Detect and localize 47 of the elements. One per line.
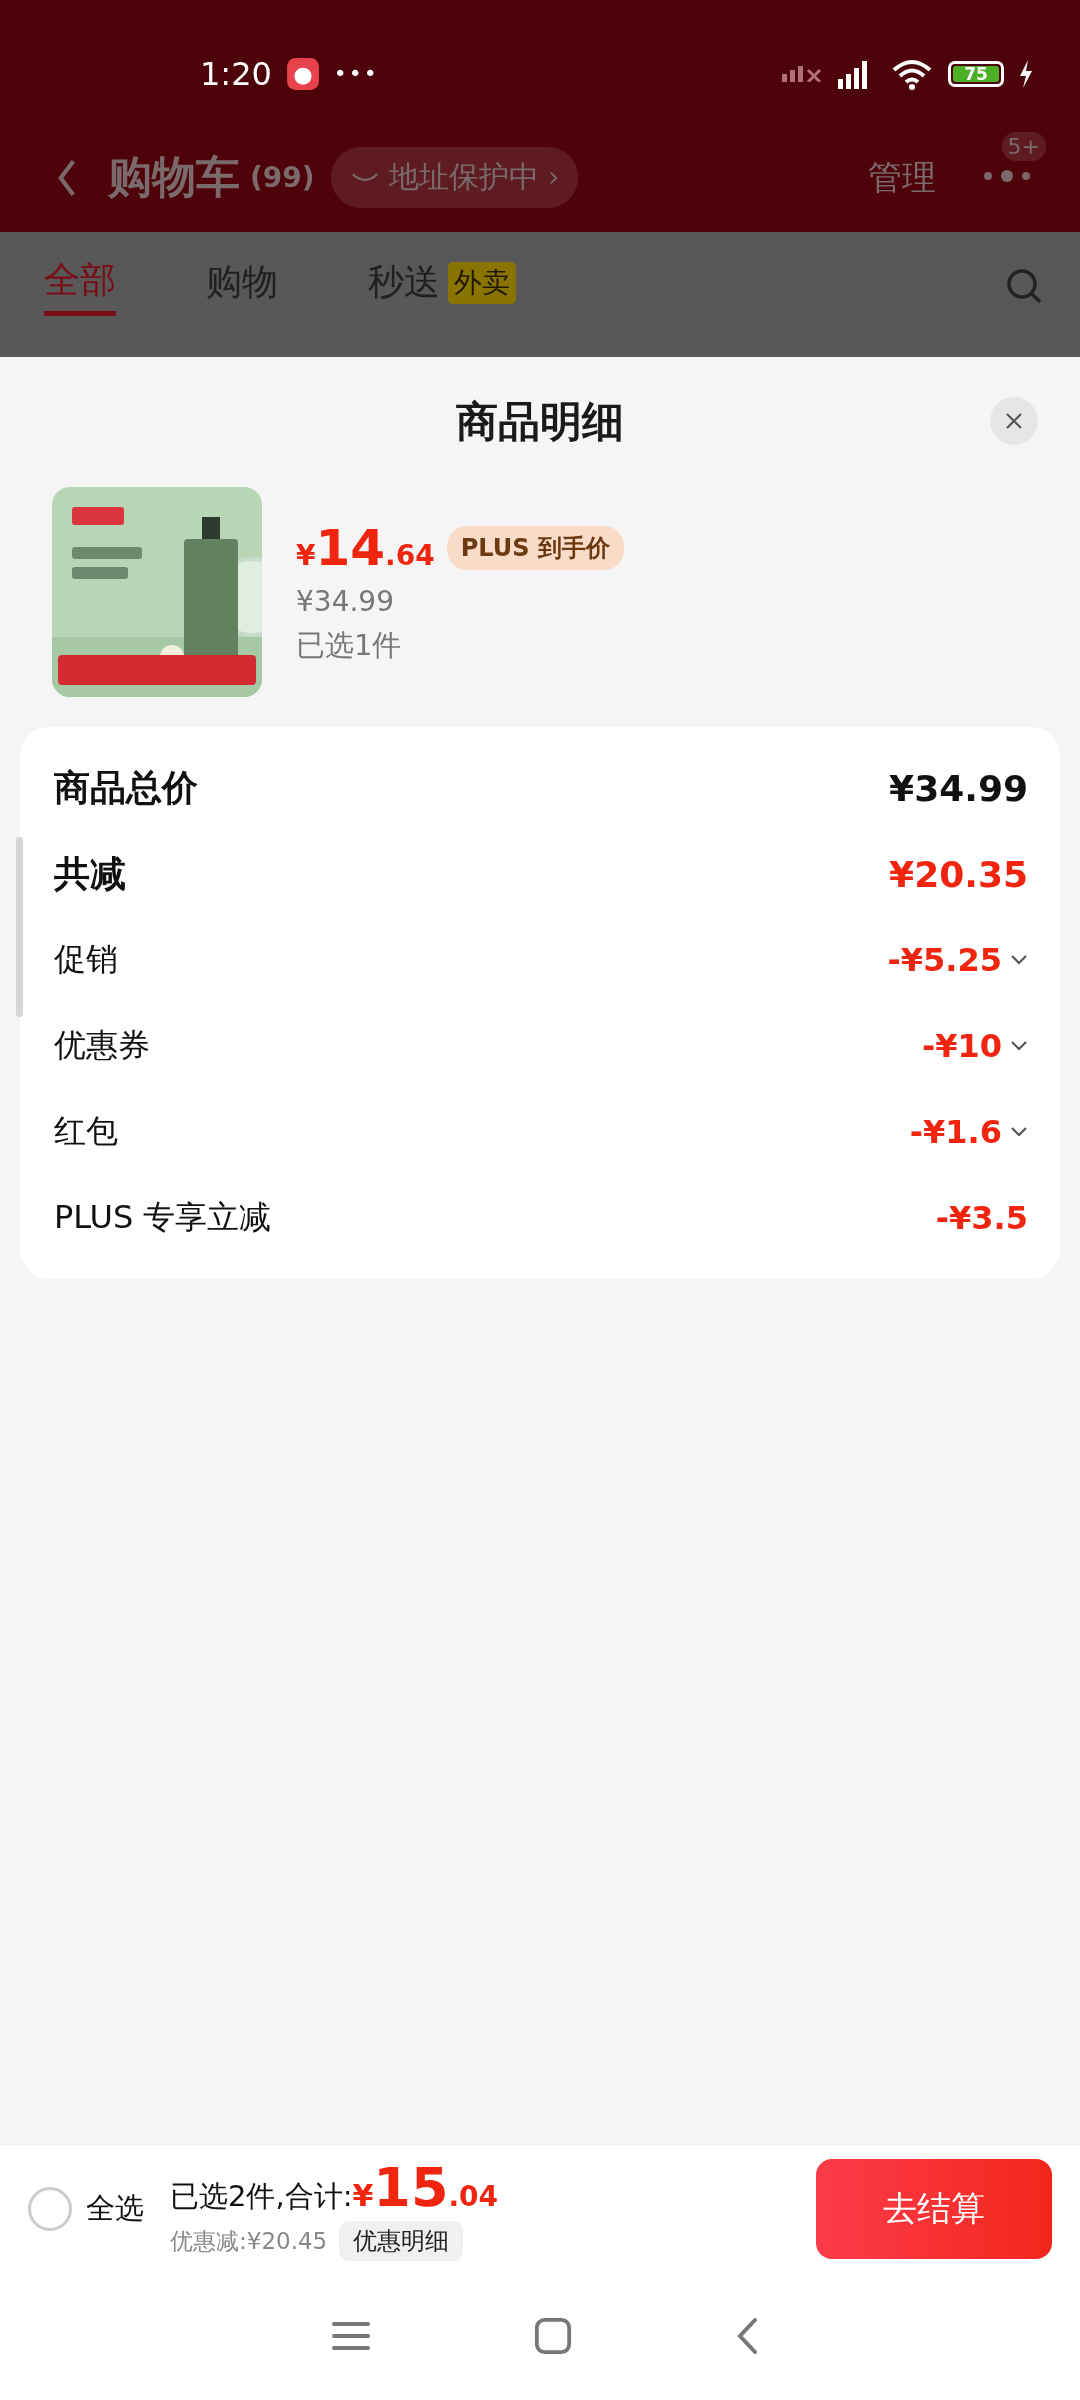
total-price: ¥15.04 bbox=[352, 2156, 499, 2219]
cart-count: (99) bbox=[250, 161, 315, 194]
discount-amount: 优惠减:¥20.45 bbox=[170, 2226, 328, 2256]
select-all-label[interactable]: 全选 bbox=[86, 2188, 144, 2229]
tab[interactable]: 秒送 外卖 bbox=[368, 258, 516, 313]
breakdown-label: 促销 bbox=[54, 939, 118, 980]
wifi-icon bbox=[890, 57, 934, 90]
close-button[interactable] bbox=[990, 397, 1038, 445]
discount-details-button[interactable]: 优惠明细 bbox=[339, 2221, 464, 2261]
breakdown-label: 商品总价 bbox=[54, 765, 198, 810]
battery-icon: 75 bbox=[948, 60, 1004, 87]
select-all-checkbox[interactable] bbox=[28, 2186, 72, 2231]
app-notification-icon bbox=[285, 56, 320, 91]
checkout-button[interactable]: 去结算 bbox=[816, 2158, 1052, 2259]
selected-count: 已选1件 bbox=[296, 626, 403, 664]
breakdown-amount: ¥20.35 bbox=[889, 853, 1028, 895]
breakdown-amount: -¥1.6 bbox=[909, 1113, 1002, 1151]
sheet-title: 商品明细 bbox=[456, 396, 624, 448]
close-icon bbox=[1004, 411, 1024, 431]
breakdown-amount: -¥10 bbox=[921, 1027, 1002, 1065]
chevron-down-icon[interactable] bbox=[1010, 1126, 1028, 1138]
menu-icon[interactable] bbox=[331, 2320, 372, 2352]
address-protection-button[interactable]: 地址保护中 bbox=[330, 147, 578, 208]
breakdown-label: 共减 bbox=[54, 851, 126, 896]
breakdown-label: 红包 bbox=[54, 1111, 118, 1152]
signal-icon bbox=[781, 65, 822, 82]
more-icon[interactable] bbox=[982, 169, 1032, 183]
breakdown-amount: -¥3.5 bbox=[935, 1199, 1028, 1237]
charging-icon bbox=[1018, 59, 1034, 88]
home-icon[interactable] bbox=[534, 2317, 572, 2355]
original-price: ¥34.99 bbox=[296, 584, 395, 618]
selected-summary: 已选2件,合计: bbox=[170, 2178, 353, 2215]
breakdown-label: 优惠券 bbox=[54, 1025, 150, 1066]
plus-price: ¥14.64 bbox=[296, 518, 435, 577]
status-time: 1:20 bbox=[200, 54, 272, 93]
chevron-down-icon[interactable] bbox=[1010, 954, 1028, 966]
chevron-down-icon[interactable] bbox=[1010, 1040, 1028, 1052]
breakdown-amount: -¥5.25 bbox=[887, 941, 1002, 979]
chevron-right-icon bbox=[548, 169, 558, 186]
breakdown-amount: ¥34.99 bbox=[889, 767, 1028, 809]
tab[interactable]: 购物 bbox=[206, 258, 278, 313]
page-title: 购物车 bbox=[108, 150, 240, 204]
more-notifications: ••• bbox=[333, 61, 379, 86]
manage-button[interactable]: 管理 bbox=[868, 154, 936, 201]
plus-price-tag: PLUS 到手价 bbox=[446, 525, 624, 570]
notification-badge: 5+ bbox=[1001, 132, 1046, 161]
breakdown-label: PLUS 专享立减 bbox=[54, 1197, 272, 1238]
